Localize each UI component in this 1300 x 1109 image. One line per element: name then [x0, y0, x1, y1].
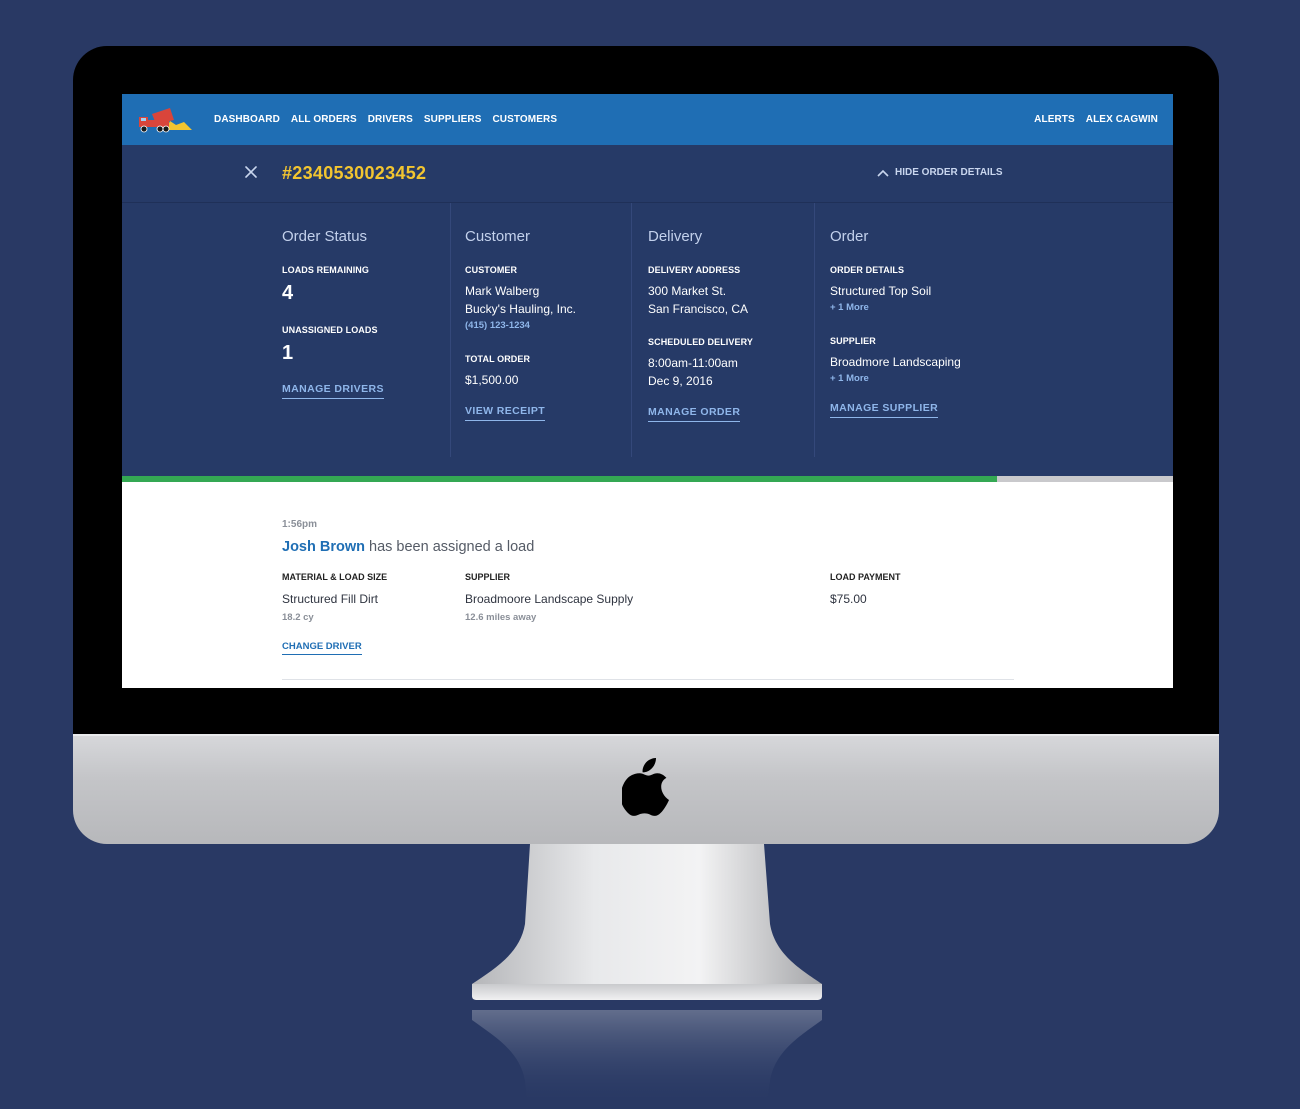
nav-all-orders[interactable]: ALL ORDERS	[291, 114, 357, 125]
activity-headline: Josh Brown has been assigned a load	[282, 539, 534, 555]
load-payment-label: LOAD PAYMENT	[830, 572, 901, 582]
activity-supplier-distance: 12.6 miles away	[465, 612, 537, 623]
nav-links: DASHBOARD ALL ORDERS DRIVERS SUPPLIERS C…	[214, 94, 557, 145]
unassigned-loads-value: 1	[282, 342, 294, 364]
chevron-up-icon	[877, 169, 889, 177]
order-details-panel: Order Status LOADS REMAINING 4 UNASSIGNE…	[122, 203, 1173, 482]
nav-customers[interactable]: CUSTOMERS	[492, 114, 557, 125]
loads-remaining-label: LOADS REMAINING	[282, 265, 369, 275]
delivery-address-line1: 300 Market St.	[648, 284, 727, 298]
delivery-address-label: DELIVERY ADDRESS	[648, 265, 741, 275]
manage-supplier-link[interactable]: MANAGE SUPPLIER	[830, 402, 939, 418]
order-header: #2340530023452 HIDE ORDER DETAILS	[122, 145, 1173, 203]
order-title: Order	[830, 228, 869, 245]
order-details-value: Structured Top Soil	[830, 284, 932, 298]
nav-dashboard[interactable]: DASHBOARD	[214, 114, 280, 125]
activity-message: has been assigned a load	[364, 539, 535, 555]
order-details-label: ORDER DETAILS	[830, 265, 905, 275]
delivery-title: Delivery	[648, 228, 703, 245]
apple-logo-icon	[622, 758, 669, 816]
customer-phone[interactable]: (415) 123-1234	[465, 320, 631, 331]
material-value: Structured Fill Dirt	[282, 592, 379, 606]
customer-company: Bucky's Hauling, Inc.	[465, 302, 577, 316]
activity-row-divider	[282, 679, 1014, 680]
material-label: MATERIAL & LOAD SIZE	[282, 572, 388, 582]
scheduled-delivery-date: Dec 9, 2016	[648, 374, 713, 388]
manage-drivers-link[interactable]: MANAGE DRIVERS	[282, 383, 384, 399]
order-column: Order ORDER DETAILS Structured Top Soil …	[830, 203, 1030, 457]
top-navigation: DASHBOARD ALL ORDERS DRIVERS SUPPLIERS C…	[122, 94, 1173, 145]
loads-remaining-value: 4	[282, 282, 294, 304]
customer-column: Customer CUSTOMER Mark Walberg Bucky's H…	[465, 203, 632, 457]
load-payment-value: $75.00	[830, 592, 867, 606]
activity-supplier-label: SUPPLIER	[465, 572, 511, 582]
nav-right: ALERTS ALEX CAGWIN	[1034, 94, 1158, 145]
hide-order-details-label: HIDE ORDER DETAILS	[895, 167, 1003, 178]
load-size-value: 18.2 cy	[282, 612, 314, 623]
delivery-address-line2: San Francisco, CA	[648, 302, 749, 316]
order-status-title: Order Status	[282, 228, 368, 245]
nav-drivers[interactable]: DRIVERS	[368, 114, 413, 125]
activity-supplier-value: Broadmoore Landscape Supply	[465, 592, 634, 606]
supplier-label: SUPPLIER	[830, 336, 876, 346]
total-order-value: $1,500.00	[465, 373, 519, 387]
driver-name-link[interactable]: Josh Brown	[282, 539, 365, 555]
customer-title: Customer	[465, 228, 531, 245]
monitor-stand	[472, 844, 822, 1000]
truck-logo-icon[interactable]	[136, 106, 192, 134]
supplier-value: Broadmore Landscaping	[830, 355, 961, 369]
customer-name: Mark Walberg	[465, 284, 540, 298]
supplier-more-link[interactable]: + 1 More	[830, 373, 1030, 384]
stand-reflection	[472, 1010, 822, 1109]
view-receipt-link[interactable]: VIEW RECEIPT	[465, 405, 546, 421]
activity-feed: 1:56pm Josh Brown has been assigned a lo…	[122, 482, 1173, 688]
activity-time: 1:56pm	[282, 519, 318, 530]
nav-suppliers[interactable]: SUPPLIERS	[424, 114, 482, 125]
nav-user-menu[interactable]: ALEX CAGWIN	[1086, 114, 1158, 125]
customer-label: CUSTOMER	[465, 265, 518, 275]
scheduled-delivery-time: 8:00am-11:00am	[648, 356, 738, 370]
app-screen: DASHBOARD ALL ORDERS DRIVERS SUPPLIERS C…	[122, 94, 1173, 688]
manage-order-link[interactable]: MANAGE ORDER	[648, 406, 741, 422]
order-number: #2340530023452	[282, 163, 427, 183]
order-status-column: Order Status LOADS REMAINING 4 UNASSIGNE…	[282, 203, 451, 457]
delivery-column: Delivery DELIVERY ADDRESS 300 Market St.…	[648, 203, 815, 457]
total-order-label: TOTAL ORDER	[465, 354, 531, 364]
order-details-more-link[interactable]: + 1 More	[830, 302, 1030, 313]
monitor-chin	[73, 734, 1219, 844]
scheduled-delivery-label: SCHEDULED DELIVERY	[648, 337, 753, 347]
unassigned-loads-label: UNASSIGNED LOADS	[282, 325, 378, 335]
close-icon[interactable]	[243, 164, 259, 180]
nav-alerts[interactable]: ALERTS	[1034, 114, 1075, 125]
change-driver-link[interactable]: CHANGE DRIVER	[282, 641, 362, 655]
hide-order-details-button[interactable]: HIDE ORDER DETAILS	[877, 167, 1003, 178]
